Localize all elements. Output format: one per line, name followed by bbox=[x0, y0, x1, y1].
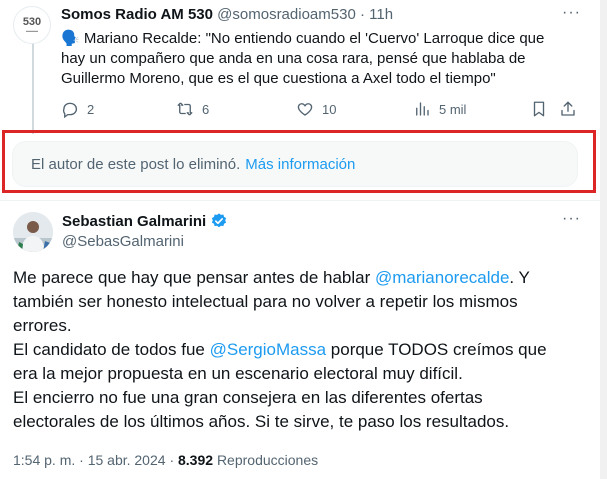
deleted-post-notice: El autor de este post lo eliminó. Más in… bbox=[12, 141, 578, 187]
share-icon bbox=[561, 101, 575, 116]
views-button[interactable]: 5 mil bbox=[413, 100, 466, 118]
deleted-post-text: El autor de este post lo eliminó. bbox=[31, 155, 241, 173]
thread-connector-line bbox=[32, 40, 34, 134]
like-icon bbox=[297, 103, 313, 116]
more-options-icon[interactable]: ··· bbox=[562, 210, 581, 228]
timestamp[interactable]: 11h bbox=[369, 6, 393, 23]
text-segment: El candidato de todos fue bbox=[13, 340, 210, 359]
handle[interactable]: @somosradioam530 bbox=[217, 6, 356, 23]
tweet-text-line: Guillermo Moreno, que es el que cuestion… bbox=[61, 70, 496, 87]
tweet-body-line: también ser honesto intelectual para no … bbox=[13, 292, 518, 311]
share-button[interactable] bbox=[559, 100, 577, 118]
display-name[interactable]: Sebastian Galmarini bbox=[62, 213, 206, 230]
mention-link[interactable]: @marianorecalde bbox=[375, 268, 509, 287]
mention-link[interactable]: @SergioMassa bbox=[210, 340, 326, 359]
post-timestamp[interactable]: 1:54 p. m. · 15 abr. 2024 bbox=[13, 452, 166, 468]
tweet-body-line: El candidato de todos fue @SergioMassa p… bbox=[13, 338, 593, 362]
repost-count: 6 bbox=[202, 101, 210, 117]
avatar-logo-subtext: ▬▬▬ bbox=[26, 28, 38, 33]
tweet-text-line: 🗣️ Mariano Recalde: "No entiendo cuando … bbox=[61, 30, 545, 47]
like-button[interactable]: 10 bbox=[296, 100, 336, 118]
text-segment: . Y bbox=[509, 268, 530, 287]
repost-button[interactable]: 6 bbox=[176, 100, 209, 118]
tweet-meta: 1:54 p. m. · 15 abr. 2024 · 8.392 Reprod… bbox=[13, 452, 318, 468]
bookmark-icon bbox=[533, 101, 545, 117]
text-segment: porque TODOS creímos que bbox=[326, 340, 547, 359]
separator: · bbox=[359, 6, 365, 23]
more-info-link[interactable]: Más información bbox=[245, 156, 355, 173]
like-count: 10 bbox=[322, 101, 337, 117]
author-name[interactable]: Sebastian Galmarini bbox=[62, 212, 228, 230]
avatar-photo bbox=[13, 212, 53, 252]
tweet-text: 🗣️ Mariano Recalde: "No entiendo cuando … bbox=[61, 29, 561, 89]
reply-button[interactable]: 2 bbox=[61, 100, 94, 118]
bookmark-button[interactable] bbox=[530, 100, 548, 118]
views-count: 5 mil bbox=[439, 101, 467, 117]
tweet-body-line: era la mejor propuesta en un escenario e… bbox=[13, 364, 463, 383]
tweet-header: Somos Radio AM 530 @somosradioam530 · 11… bbox=[61, 6, 393, 23]
avatar[interactable] bbox=[13, 212, 53, 252]
tweet-body-line: Me parece que hay que pensar antes de ha… bbox=[13, 266, 593, 290]
tweet-body: Me parece que hay que pensar antes de ha… bbox=[13, 266, 593, 434]
divider bbox=[0, 200, 607, 201]
tweet-body-line: El encierro no fue una gran consejera en… bbox=[13, 388, 483, 407]
display-name[interactable]: Somos Radio AM 530 bbox=[61, 6, 213, 23]
views-icon bbox=[416, 102, 429, 116]
tweet-text-line: hay un compañero que anda en una cosa ra… bbox=[61, 50, 526, 67]
text-segment: Me parece que hay que pensar antes de ha… bbox=[13, 268, 375, 287]
views-label: Reproducciones bbox=[216, 452, 319, 468]
separator: · bbox=[169, 452, 175, 468]
tweet-body-line: errores. bbox=[13, 316, 72, 335]
reply-count: 2 bbox=[87, 101, 95, 117]
verified-badge-icon bbox=[212, 213, 227, 228]
repost-icon bbox=[177, 102, 193, 116]
tweet-body-line: electorales de los últimos años. Si te s… bbox=[13, 412, 510, 431]
avatar[interactable]: 530 ▬▬▬ bbox=[13, 6, 51, 44]
more-options-icon[interactable]: ··· bbox=[562, 4, 581, 22]
scrollbar[interactable] bbox=[600, 0, 607, 479]
views-count: 8.392 bbox=[178, 452, 214, 468]
reply-icon bbox=[63, 102, 78, 118]
handle[interactable]: @SebasGalmarini bbox=[62, 233, 184, 250]
avatar-logo-text: 530 bbox=[22, 16, 42, 28]
